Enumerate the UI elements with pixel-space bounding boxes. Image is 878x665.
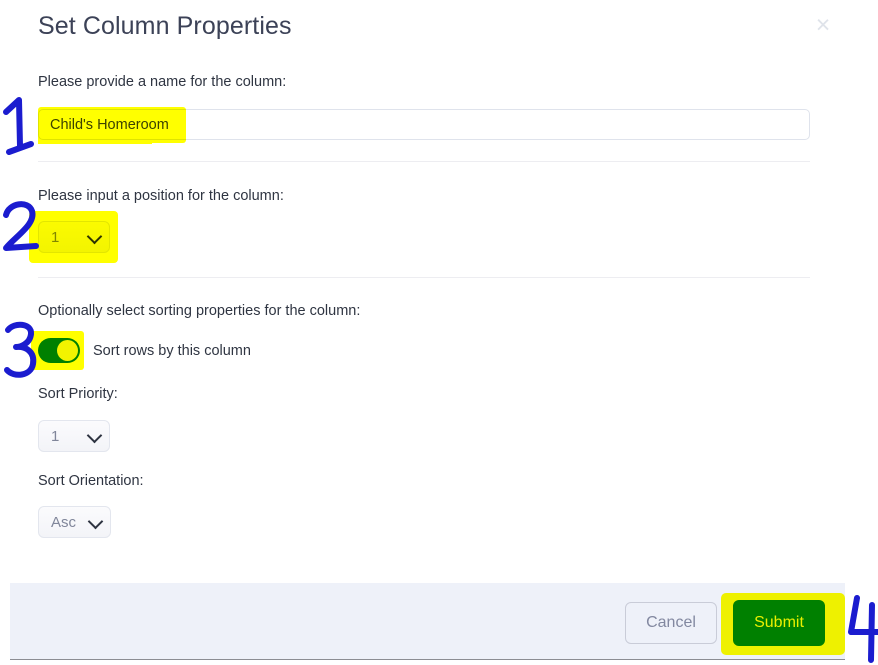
submit-button[interactable]: Submit xyxy=(733,600,825,646)
position-label: Please input a position for the column: xyxy=(38,188,284,204)
sort-orientation-value: Asc xyxy=(51,513,77,531)
page-title: Set Column Properties xyxy=(38,12,292,40)
chevron-down-icon xyxy=(87,513,104,530)
set-column-properties-dialog: Set Column Properties × Please provide a… xyxy=(0,0,878,665)
column-name-label: Please provide a name for the column: xyxy=(38,74,287,90)
sort-rows-toggle-label: Sort rows by this column xyxy=(93,343,251,359)
position-select-value: 1 xyxy=(51,228,60,246)
annotation-overlay xyxy=(0,0,878,665)
sort-rows-toggle[interactable] xyxy=(38,338,80,363)
dialog-footer xyxy=(10,583,845,659)
cancel-button[interactable]: Cancel xyxy=(625,602,717,644)
sort-orientation-select[interactable]: Asc xyxy=(38,506,111,538)
sort-priority-select[interactable]: 1 xyxy=(38,420,110,452)
toggle-knob xyxy=(57,340,78,361)
pen-strokes xyxy=(3,97,878,663)
footer-bottom-rule xyxy=(10,659,845,660)
sort-priority-label: Sort Priority: xyxy=(38,386,118,402)
column-name-input[interactable] xyxy=(38,109,810,140)
sorting-properties-label: Optionally select sorting properties for… xyxy=(38,303,361,319)
position-select[interactable]: 1 xyxy=(38,221,110,253)
chevron-down-icon xyxy=(86,228,103,245)
sort-priority-value: 1 xyxy=(51,427,60,445)
close-icon[interactable]: × xyxy=(810,12,836,38)
sort-orientation-label: Sort Orientation: xyxy=(38,473,144,489)
chevron-down-icon xyxy=(86,427,103,444)
section-divider-1 xyxy=(38,161,810,162)
section-divider-2 xyxy=(38,277,810,278)
